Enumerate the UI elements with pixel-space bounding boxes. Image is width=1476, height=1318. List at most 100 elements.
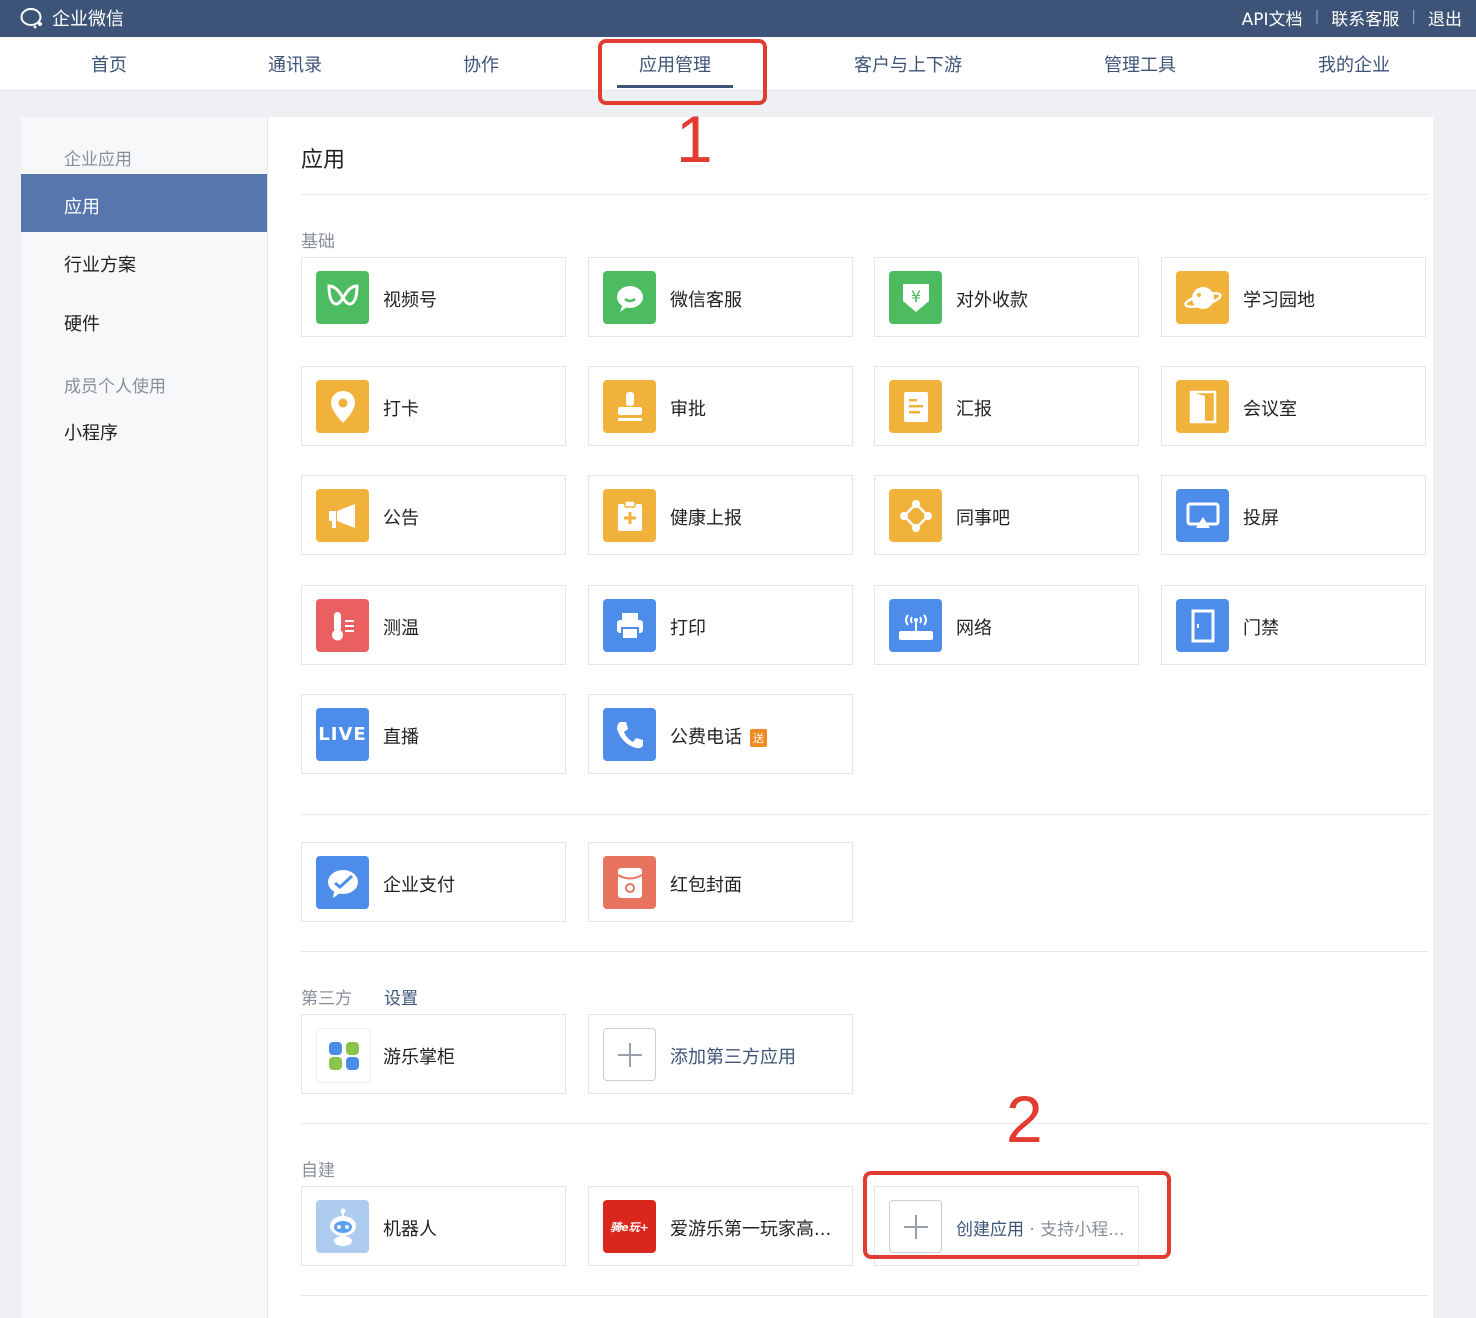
annotation-box-1 [598, 39, 767, 105]
megaphone-icon [316, 489, 369, 542]
app-label: 测温 [383, 618, 419, 639]
app-card-network[interactable]: 网络 [874, 585, 1139, 665]
sidebar-group-enterprise-apps: 企业应用 [64, 150, 132, 170]
svg-text:¥: ¥ [910, 287, 920, 306]
wecom-logo-icon [20, 7, 46, 29]
top-bar: 企业微信 API文档 | 联系客服 | 退出 [0, 0, 1476, 37]
app-label: 添加第三方应用 [670, 1047, 796, 1068]
app-card-screen-cast[interactable]: 投屏 [1161, 475, 1426, 555]
app-card-learning[interactable]: 学习园地 [1161, 257, 1426, 337]
app-label: 健康上报 [670, 508, 742, 529]
divider: | [1314, 9, 1320, 25]
app-label: 会议室 [1243, 399, 1297, 420]
sidebar-item-label: 硬件 [64, 314, 100, 335]
nav-home[interactable]: 首页 [91, 51, 127, 77]
sidebar-item-apps[interactable]: 应用 [21, 174, 267, 232]
section-label-third-party: 第三方 [301, 989, 352, 1009]
channels-icon [316, 271, 369, 324]
door-icon [1176, 380, 1229, 433]
divider [301, 194, 1428, 195]
app-card-paid-phone[interactable]: 公费电话送 [588, 694, 853, 774]
app-card-announcement[interactable]: 公告 [301, 475, 566, 555]
app-card-wechat-service[interactable]: 微信客服 [588, 257, 853, 337]
app-card-meeting-room[interactable]: 会议室 [1161, 366, 1426, 446]
app-card-health-report[interactable]: 健康上报 [588, 475, 853, 555]
access-door-icon [1176, 599, 1229, 652]
app-label: 学习园地 [1243, 290, 1315, 311]
sidebar-item-label: 行业方案 [64, 255, 136, 276]
app-card-report[interactable]: 汇报 [874, 366, 1139, 446]
sidebar: 企业应用 应用 行业方案 硬件 成员个人使用 小程序 [21, 117, 268, 1318]
location-pin-icon [316, 380, 369, 433]
app-label: 微信客服 [670, 290, 742, 311]
third-party-settings-link[interactable]: 设置 [384, 984, 418, 1009]
nav-customers[interactable]: 客户与上下游 [854, 51, 962, 77]
app-label: 投屏 [1243, 508, 1279, 529]
report-doc-icon [889, 380, 942, 433]
app-card-colleague-bar[interactable]: 同事吧 [874, 475, 1139, 555]
health-clipboard-icon [603, 489, 656, 542]
nav-contacts[interactable]: 通讯录 [268, 51, 322, 77]
app-label: 公费电话送 [670, 723, 767, 749]
annotation-box-2 [863, 1171, 1171, 1259]
app-label: 直播 [383, 727, 419, 748]
app-card-aiyoule[interactable]: 骑e玩+ 爱游乐第一玩家高... [588, 1186, 853, 1266]
app-card-temperature[interactable]: 测温 [301, 585, 566, 665]
app-card-access-control[interactable]: 门禁 [1161, 585, 1426, 665]
wechat-service-icon [603, 271, 656, 324]
brand[interactable]: 企业微信 [20, 4, 124, 32]
sidebar-item-label: 应用 [64, 197, 100, 218]
app-label: 企业支付 [383, 875, 455, 896]
logout-link[interactable]: 退出 [1428, 5, 1462, 30]
app-card-approval[interactable]: 审批 [588, 366, 853, 446]
sidebar-item-mini-program[interactable]: 小程序 [21, 400, 267, 458]
top-links: API文档 | 联系客服 | 退出 [1242, 0, 1462, 34]
gift-badge: 送 [750, 729, 767, 747]
app-label: 汇报 [956, 399, 992, 420]
section-label-basic: 基础 [301, 232, 335, 252]
app-card-print[interactable]: 打印 [588, 585, 853, 665]
app-card-enterprise-pay[interactable]: 企业支付 [301, 842, 566, 922]
app-card-red-packet-cover[interactable]: 红包封面 [588, 842, 853, 922]
annotation-number-1: 1 [676, 102, 713, 176]
page-title: 应用 [301, 148, 346, 173]
sidebar-item-label: 小程序 [64, 423, 118, 444]
app-label: 对外收款 [956, 290, 1028, 311]
youle-logo-icon [316, 1028, 371, 1083]
app-label: 游乐掌柜 [383, 1047, 455, 1068]
annotation-number-2: 2 [1006, 1082, 1043, 1156]
app-card-youle[interactable]: 游乐掌柜 [301, 1014, 566, 1094]
app-label-text: 公费电话 [670, 727, 742, 748]
divider [301, 814, 1428, 815]
app-card-checkin[interactable]: 打卡 [301, 366, 566, 446]
nav-admin-tools[interactable]: 管理工具 [1104, 51, 1176, 77]
app-label: 打印 [670, 618, 706, 639]
app-label: 门禁 [1243, 618, 1279, 639]
planet-icon [1176, 271, 1229, 324]
contact-support-link[interactable]: 联系客服 [1331, 5, 1399, 30]
add-third-party-app-button[interactable]: 添加第三方应用 [588, 1014, 853, 1094]
divider [301, 951, 1428, 952]
section-label-self-built: 自建 [301, 1161, 335, 1181]
sidebar-item-hardware[interactable]: 硬件 [21, 291, 267, 349]
nav-collaboration[interactable]: 协作 [463, 51, 499, 77]
aiyoule-logo-icon: 骑e玩+ [603, 1200, 656, 1253]
enterprise-pay-icon [316, 856, 369, 909]
divider [301, 1295, 1428, 1296]
stamp-icon [603, 380, 656, 433]
app-label: 打卡 [383, 399, 419, 420]
nav-my-enterprise[interactable]: 我的企业 [1318, 51, 1390, 77]
app-card-live[interactable]: LIVE 直播 [301, 694, 566, 774]
network-nodes-icon [889, 489, 942, 542]
app-label: 同事吧 [956, 508, 1010, 529]
sidebar-item-industry-solutions[interactable]: 行业方案 [21, 232, 267, 290]
api-docs-link[interactable]: API文档 [1242, 5, 1303, 30]
app-card-robot[interactable]: 机器人 [301, 1186, 566, 1266]
app-card-payment[interactable]: ¥ 对外收款 [874, 257, 1139, 337]
thermometer-icon [316, 599, 369, 652]
printer-icon [603, 599, 656, 652]
app-card-channels[interactable]: 视频号 [301, 257, 566, 337]
screen-cast-icon [1176, 489, 1229, 542]
payment-shield-icon: ¥ [889, 271, 942, 324]
app-label: 机器人 [383, 1219, 437, 1240]
